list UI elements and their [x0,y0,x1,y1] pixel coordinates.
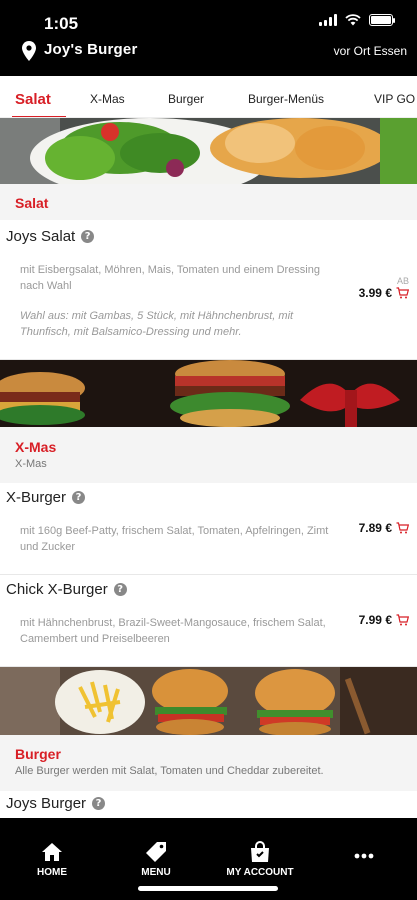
tab-vip-go[interactable]: VIP GO [374,92,415,106]
item-description: mit Hähnchenbrust, Brazil-Sweet-Mangosau… [20,617,326,645]
cart-icon[interactable] [396,287,409,299]
info-icon[interactable]: ? [113,583,127,596]
section-header-burger: Burger Alle Burger werden mit Salat, Tom… [0,735,417,791]
nav-home[interactable]: HOME [7,840,97,878]
home-indicator [138,886,278,891]
status-bar: 1:05 [0,0,417,36]
tab-burger-menus[interactable]: Burger-Menüs [248,92,324,106]
nav-label: HOME [37,867,67,878]
price-box[interactable]: 7.89 € [359,521,409,535]
cart-icon[interactable] [396,614,409,626]
home-icon [42,843,62,861]
menu-item-chick-x-burger[interactable]: Chick X-Burger ? mit Hähnchenbrust, Braz… [0,575,417,667]
tab-salat[interactable]: Salat [15,91,51,108]
more-icon [354,853,374,859]
salat-banner-image [0,118,417,184]
nav-menu[interactable]: MENU [111,840,201,878]
item-price: 7.89 € [358,521,392,535]
nav-my-account[interactable]: MY ACCOUNT [215,840,305,878]
menu-item-joys-salat[interactable]: Joys Salat ? mit Eisbergsalat, Möhren, M… [0,220,417,360]
item-description-extra: Wahl aus: mit Gambas, 5 Stück, mit Hähnc… [20,310,294,338]
tab-x-mas[interactable]: X-Mas [90,92,125,106]
menu-item-joys-burger[interactable]: Joys Burger ? [0,791,417,818]
item-name[interactable]: Chick X-Burger ? [6,581,127,598]
nav-more[interactable] [319,840,409,864]
item-name[interactable]: Joys Burger ? [6,795,106,812]
cart-icon[interactable] [396,522,409,534]
category-tabs: Salat X-Mas Burger Burger-Menüs VIP GO [0,76,417,118]
info-icon[interactable]: ? [92,797,106,810]
menu-item-x-burger[interactable]: X-Burger ? mit 160g Beef-Patty, frischem… [0,483,417,575]
price-prefix: AB [396,276,409,286]
wifi-icon [345,14,361,26]
tag-icon [146,842,166,862]
item-description: mit 160g Beef-Patty, frischem Salat, Tom… [20,525,329,553]
price-box[interactable]: 7.99 € [359,613,409,627]
price-box[interactable]: AB 3.99 € [359,276,409,300]
app-header: Joy's Burger vor Ort Essen [0,36,417,76]
xmas-banner-image [0,360,417,427]
bag-icon [251,841,269,862]
signal-icon [319,14,337,26]
section-header-salat: Salat [0,184,417,220]
item-description: mit Eisbergsalat, Möhren, Mais, Tomaten … [20,264,320,292]
nav-label: MY ACCOUNT [226,867,294,878]
section-header-xmas: X-Mas X-Mas [0,427,417,483]
store-name[interactable]: Joy's Burger [44,41,138,58]
nav-label: MENU [141,867,171,878]
status-icons [319,14,395,26]
section-subtitle: X-Mas [15,458,47,470]
section-title: Salat [15,195,49,211]
section-subtitle: Alle Burger werden mit Salat, Tomaten un… [15,765,324,777]
item-price: 3.99 € [358,286,392,300]
location-pin-icon[interactable] [22,41,36,61]
item-name[interactable]: Joys Salat ? [6,228,95,245]
item-name[interactable]: X-Burger ? [6,489,86,506]
battery-icon [369,14,395,26]
section-title: X-Mas [15,439,57,455]
item-price: 7.99 € [358,613,392,627]
info-icon[interactable]: ? [81,230,95,243]
order-mode-toggle[interactable]: vor Ort Essen [334,44,407,58]
status-time: 1:05 [44,14,79,33]
section-title: Burger [15,746,61,762]
tab-burger[interactable]: Burger [168,92,204,106]
burger-banner-image [0,667,417,735]
info-icon[interactable]: ? [72,491,86,504]
